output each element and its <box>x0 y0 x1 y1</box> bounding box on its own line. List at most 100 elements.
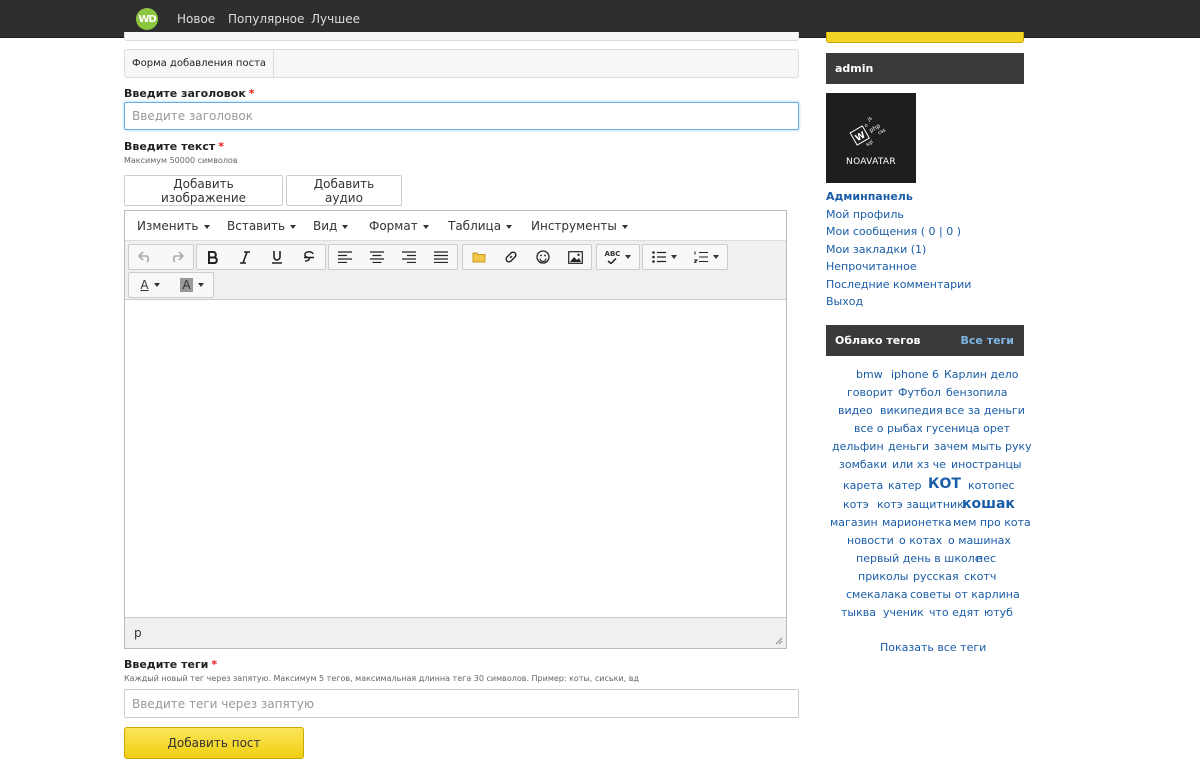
tag-item[interactable]: иностранцы <box>951 458 1022 471</box>
menu-view[interactable]: Вид <box>313 219 349 233</box>
tag-item[interactable]: говорит <box>847 386 893 399</box>
tag-item[interactable]: бензопила <box>946 386 1007 399</box>
tag-item[interactable]: кошак <box>962 496 1015 512</box>
tag-item[interactable]: котопес <box>968 479 1015 492</box>
nav-link-best[interactable]: Лучшее <box>311 12 360 26</box>
sidebar-link-logout[interactable]: Выход <box>826 295 863 308</box>
tag-item[interactable]: о машинах <box>948 534 1011 547</box>
underline-icon[interactable] <box>261 245 293 269</box>
text-color-icon[interactable]: A <box>129 273 171 297</box>
tag-item[interactable]: первый день в школе <box>856 552 982 565</box>
tag-item[interactable]: новости <box>847 534 894 547</box>
tag-item[interactable]: все за деньги <box>945 404 1025 417</box>
tag-item[interactable]: Карлин дело <box>944 368 1019 381</box>
tag-item[interactable]: что едят <box>929 606 980 619</box>
tag-item[interactable]: марионетка <box>882 516 952 529</box>
tag-item[interactable]: iphone 6 <box>891 368 939 381</box>
form-header-tab[interactable]: Форма добавления поста <box>125 50 275 77</box>
text-hint: Максимум 50000 символов <box>124 156 238 165</box>
tag-item[interactable]: ютуб <box>984 606 1013 619</box>
sidebar-link-messages[interactable]: Мои сообщения ( 0 | 0 ) <box>826 225 961 238</box>
tags-input[interactable] <box>124 689 799 718</box>
nav-link-popular[interactable]: Популярное <box>228 12 304 26</box>
tag-item[interactable]: смекалака <box>846 588 908 601</box>
tag-item[interactable]: котэ <box>843 498 869 511</box>
tag-item[interactable]: мем про кота <box>953 516 1031 529</box>
caret-down-icon <box>422 224 429 229</box>
history-group <box>128 244 194 270</box>
add-image-button[interactable]: Добавить изображение <box>124 175 283 206</box>
tag-item[interactable]: гусеница орет <box>926 422 1010 435</box>
menu-insert[interactable]: Вставить <box>227 219 297 233</box>
tag-item[interactable]: видео <box>838 404 873 417</box>
show-all-tags-link[interactable]: Показать все теги <box>880 641 986 654</box>
tag-item[interactable]: о котах <box>899 534 942 547</box>
sidebar-top-button-edge[interactable] <box>826 32 1024 43</box>
tag-item[interactable]: все о рыбах <box>854 422 923 435</box>
insert-group <box>462 244 592 270</box>
strikethrough-icon[interactable] <box>293 245 325 269</box>
tag-item[interactable]: русская <box>913 570 959 583</box>
align-center-icon[interactable] <box>361 245 393 269</box>
bullet-list-icon[interactable] <box>643 245 685 269</box>
tag-item[interactable]: зачем мыть руку <box>934 440 1032 453</box>
menu-tools[interactable]: Инструменты <box>531 219 628 233</box>
align-right-icon[interactable] <box>393 245 425 269</box>
menu-format[interactable]: Формат <box>369 219 429 233</box>
add-audio-button[interactable]: Добавить аудио <box>286 175 402 206</box>
tag-item[interactable]: bmw <box>856 368 883 381</box>
title-input[interactable] <box>124 102 799 130</box>
tags-label: Введите теги * <box>124 658 218 671</box>
sidebar-link-bookmarks[interactable]: Мои закладки (1) <box>826 243 926 256</box>
user-name: admin <box>835 62 874 75</box>
editor-menubar: Изменить Вставить Вид Формат Таблица Инс… <box>125 211 786 241</box>
alignment-group <box>328 244 458 270</box>
site-logo[interactable]: WD <box>136 8 158 30</box>
tag-item[interactable]: или хз че <box>892 458 946 471</box>
submit-post-button[interactable]: Добавить пост <box>124 727 304 759</box>
tag-item[interactable]: Футбол <box>898 386 941 399</box>
align-left-icon[interactable] <box>329 245 361 269</box>
tag-item[interactable]: ученик <box>883 606 924 619</box>
sidebar-link-admin[interactable]: Админпанель <box>826 190 913 203</box>
sidebar-link-last-comments[interactable]: Последние комментарии <box>826 278 971 291</box>
menu-edit[interactable]: Изменить <box>137 219 210 233</box>
tag-item[interactable]: магазин <box>830 516 878 529</box>
menu-table[interactable]: Таблица <box>448 219 513 233</box>
tag-item[interactable]: приколы <box>858 570 908 583</box>
tag-item[interactable]: деньги <box>888 440 929 453</box>
tag-item[interactable]: карета <box>843 479 883 492</box>
undo-icon[interactable] <box>129 245 161 269</box>
align-justify-icon[interactable] <box>425 245 457 269</box>
tag-item[interactable]: котэ защитник <box>877 498 964 511</box>
bold-icon[interactable] <box>197 245 229 269</box>
resize-handle-icon[interactable] <box>775 637 783 645</box>
tag-item[interactable]: википедия <box>880 404 943 417</box>
avatar-logo-icon: W o php js css sql <box>849 115 887 148</box>
numbered-list-icon[interactable] <box>685 245 727 269</box>
tag-item[interactable]: КОТ <box>928 476 961 492</box>
sidebar-link-unread[interactable]: Непрочитанное <box>826 260 917 273</box>
emoticon-icon[interactable] <box>527 245 559 269</box>
tag-item[interactable]: дельфин <box>832 440 884 453</box>
image-icon[interactable] <box>559 245 591 269</box>
tag-item[interactable]: советы от карлина <box>910 588 1020 601</box>
background-color-icon[interactable]: A <box>171 273 213 297</box>
tag-item[interactable]: тыква <box>841 606 876 619</box>
all-tags-link[interactable]: Все теги <box>961 334 1015 347</box>
avatar[interactable]: W o php js css sql NOAVATAR <box>826 93 916 183</box>
link-icon[interactable] <box>495 245 527 269</box>
spellcheck-icon[interactable]: ABC <box>597 245 639 269</box>
sidebar-link-profile[interactable]: Мой профиль <box>826 208 904 221</box>
italic-icon[interactable] <box>229 245 261 269</box>
nav-link-new[interactable]: Новое <box>177 12 215 26</box>
editor-content-area[interactable] <box>125 301 786 617</box>
redo-icon[interactable] <box>161 245 193 269</box>
tag-item[interactable]: зомбаки <box>839 458 887 471</box>
tag-item[interactable]: пес <box>976 552 996 565</box>
element-path[interactable]: p <box>134 626 142 640</box>
tag-item[interactable]: катер <box>888 479 922 492</box>
folder-icon[interactable] <box>463 245 495 269</box>
user-panel-header: admin <box>826 53 1024 84</box>
tag-item[interactable]: скотч <box>964 570 996 583</box>
